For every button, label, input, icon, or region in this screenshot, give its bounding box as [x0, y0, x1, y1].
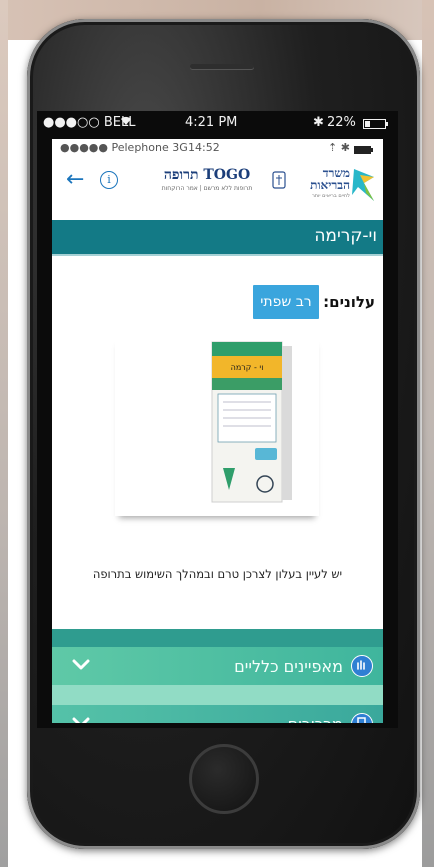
background-frame-left	[0, 0, 8, 867]
app-logo-subtitle: תרופות ללא מרשם | אמר הרוקחות	[161, 185, 253, 192]
leaflets-label: עלונים:	[323, 293, 375, 311]
app-logo-title: תרופה TOGO	[163, 167, 251, 183]
product-title: וי-קרימה	[314, 226, 377, 246]
chevron-down-icon[interactable]	[72, 659, 90, 671]
app-header: ← i תרופה TOGO תרופות ללא מרשם | אמר הרו…	[52, 159, 383, 217]
home-button[interactable]	[189, 744, 259, 814]
back-arrow-icon[interactable]: ←	[66, 167, 84, 192]
package-label: וי - קרמה	[231, 363, 264, 372]
inner-battery-icon	[354, 144, 374, 157]
product-image: וי - קרמה	[115, 336, 319, 516]
clock-label: 4:21 PM	[185, 115, 238, 130]
background-frame-right	[422, 0, 434, 867]
accordion-top-band	[52, 629, 383, 647]
battery-icon	[363, 118, 389, 133]
multilingual-leaflet-button[interactable]: רב שפתי	[253, 285, 319, 319]
ministry-star-icon	[352, 169, 374, 201]
accordion-divider	[52, 685, 383, 705]
inner-signal-icon: ⇡ ✱	[328, 141, 350, 154]
phone-speaker	[190, 64, 254, 69]
app-logo: תרופה TOGO תרופות ללא מרשם | אמר הרוקחות	[152, 167, 262, 201]
accordion-general-features[interactable]: מאפיינים כלליים	[52, 647, 383, 685]
accordion-label-general: מאפיינים כלליים	[234, 657, 343, 676]
accordion-ingredients[interactable]: מרכיבים	[52, 705, 383, 723]
product-title-bar: וי-קרימה	[52, 220, 383, 254]
chevron-down-icon[interactable]	[72, 717, 90, 723]
bluetooth-icon: ✱	[313, 115, 324, 130]
outer-status-bar: ●●●○○ BELL 4:21 PM ✱ 22%	[37, 111, 398, 135]
ingredients-icon	[351, 713, 373, 723]
battery-label: 22%	[327, 115, 356, 130]
inner-status-bar: ●●●●● Pelephone 3G 14:52 ⇡ ✱	[52, 139, 383, 157]
info-icon[interactable]: i	[100, 171, 118, 189]
ministry-tagline: לחיים בריאים יותר	[311, 193, 350, 199]
app-view: ●●●●● Pelephone 3G 14:52 ⇡ ✱ ← i תרופה T…	[52, 139, 383, 723]
ministry-name-line2: הבריאות	[310, 178, 350, 192]
wifi-icon	[119, 115, 133, 130]
product-box-illustration: וי - קרמה	[211, 341, 292, 503]
accordion-label-ingredients: מרכיבים	[288, 715, 343, 723]
usage-note: יש לעיין בעלון לצרכן טרם ובמהלך השימוש ב…	[92, 567, 343, 581]
title-bar-underline	[52, 254, 383, 256]
inner-clock-label: 14:52	[188, 141, 220, 154]
phone-screen: ●●●○○ BELL 4:21 PM ✱ 22% ●●●●● Pelephone…	[37, 111, 398, 728]
state-emblem-icon	[272, 171, 286, 189]
ministry-name: משרד הבריאות	[310, 167, 350, 191]
inner-carrier-label: ●●●●● Pelephone 3G	[60, 141, 188, 154]
ministry-logo: משרד הבריאות לחיים בריאים יותר	[290, 165, 376, 205]
info-hand-icon	[351, 655, 373, 677]
